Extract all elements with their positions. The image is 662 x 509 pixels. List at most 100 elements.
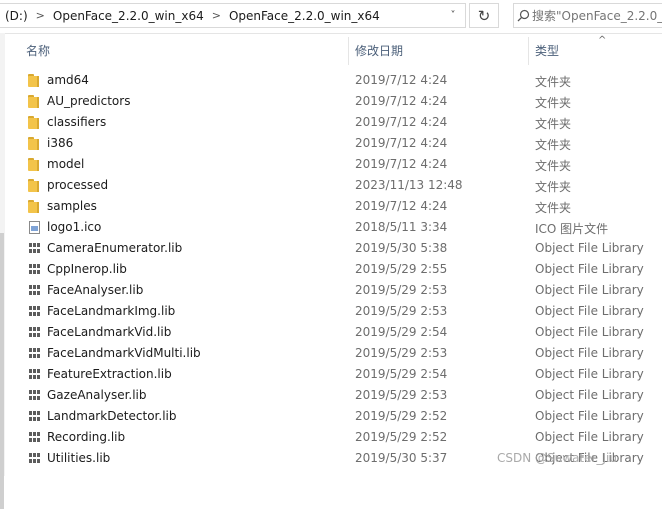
folder-icon: [28, 179, 42, 192]
refresh-icon[interactable]: ↻: [469, 3, 499, 28]
address-toolbar: (D:) > OpenFace_2.2.0_win_x64 > OpenFace…: [0, 0, 662, 34]
library-file-icon: [28, 410, 42, 423]
file-type: Object File Library: [535, 388, 644, 402]
file-row[interactable]: Recording.lib 2019/5/29 2:52 Object File L…: [0, 427, 662, 448]
watermark: CSDN @Suwater_Jiu: [497, 451, 617, 465]
file-modified-date: 2023/11/13 12:48: [355, 178, 463, 192]
file-type: Object File Library: [535, 367, 644, 381]
file-row[interactable]: FaceLandmarkVidMulti.lib 2019/5/29 2:53 Ob…: [0, 343, 662, 364]
folder-icon: [28, 200, 42, 213]
file-modified-date: 2019/7/12 4:24: [355, 115, 448, 129]
file-type: Object File Library: [535, 430, 644, 444]
file-name: AU_predictors: [47, 94, 131, 108]
file-row[interactable]: FeatureExtraction.lib 2019/5/29 2:54 Objec…: [0, 364, 662, 385]
file-name: processed: [47, 178, 109, 192]
file-name: FaceLandmarkImg.lib: [47, 304, 176, 318]
file-name: CameraEnumerator.lib: [47, 241, 183, 255]
file-type: Object File Library: [535, 325, 644, 339]
file-name: FaceLandmarkVidMulti.lib: [47, 346, 201, 360]
address-bar[interactable]: (D:) > OpenFace_2.2.0_win_x64 > OpenFace…: [0, 3, 466, 28]
file-type: Object File Library: [535, 262, 644, 276]
column-header-name[interactable]: 名称: [26, 42, 50, 59]
folder-icon: [28, 158, 42, 171]
breadcrumb-folder-1[interactable]: OpenFace_2.2.0_win_x64: [47, 9, 210, 23]
file-name: FaceAnalyser.lib: [47, 283, 144, 297]
library-file-icon: [28, 326, 42, 339]
file-type: ICO 图片文件: [535, 222, 609, 236]
file-row[interactable]: FaceLandmarkVid.lib 2019/5/29 2:54 Object …: [0, 322, 662, 343]
file-type: 文件夹: [535, 201, 572, 215]
file-modified-date: 2019/5/29 2:52: [355, 409, 448, 423]
file-row[interactable]: classifiers 2019/7/12 4:24 文件夹: [0, 112, 662, 133]
file-modified-date: 2019/5/29 2:53: [355, 283, 448, 297]
image-file-icon: [28, 221, 42, 234]
library-file-icon: [28, 368, 42, 381]
folder-icon: [28, 95, 42, 108]
file-row[interactable]: CameraEnumerator.lib 2019/5/30 5:38 Object…: [0, 238, 662, 259]
search-input[interactable]: [532, 8, 662, 23]
file-name: i386: [47, 136, 74, 150]
file-type: Object File Library: [535, 409, 644, 423]
file-modified-date: 2019/5/29 2:53: [355, 304, 448, 318]
file-row[interactable]: samples 2019/7/12 4:24 文件夹: [0, 196, 662, 217]
file-modified-date: 2019/5/29 2:55: [355, 262, 448, 276]
file-row[interactable]: LandmarkDetector.lib 2019/5/29 2:52 Object…: [0, 406, 662, 427]
column-divider[interactable]: [528, 37, 529, 65]
file-type: 文件夹: [535, 138, 572, 152]
file-modified-date: 2019/5/29 2:54: [355, 325, 448, 339]
file-row[interactable]: amd64 2019/7/12 4:24 文件夹: [0, 70, 662, 91]
breadcrumb-drive[interactable]: (D:): [0, 9, 34, 23]
file-name: Utilities.lib: [47, 451, 111, 465]
file-row[interactable]: GazeAnalyser.lib 2019/5/29 2:53 Object Fil…: [0, 385, 662, 406]
file-modified-date: 2019/7/12 4:24: [355, 73, 448, 87]
file-name: samples: [47, 199, 97, 213]
file-modified-date: 2019/7/12 4:24: [355, 157, 448, 171]
file-modified-date: 2018/5/11 3:34: [355, 220, 448, 234]
file-row[interactable]: FaceAnalyser.lib 2019/5/29 2:53 Object Fil…: [0, 280, 662, 301]
file-type: 文件夹: [535, 75, 572, 89]
file-row[interactable]: CppInerop.lib 2019/5/29 2:55 Object File L…: [0, 259, 662, 280]
folder-icon: [28, 137, 42, 150]
file-modified-date: 2019/5/29 2:52: [355, 430, 448, 444]
column-divider[interactable]: [348, 37, 349, 65]
file-name: FaceLandmarkVid.lib: [47, 325, 172, 339]
search-box[interactable]: [513, 3, 662, 28]
column-header-row: 名称 修改日期 类型 ^: [0, 33, 662, 67]
file-type: 文件夹: [535, 96, 572, 110]
file-modified-date: 2019/5/29 2:53: [355, 388, 448, 402]
library-file-icon: [28, 431, 42, 444]
library-file-icon: [28, 242, 42, 255]
file-row[interactable]: logo1.ico 2018/5/11 3:34 ICO 图片文件: [0, 217, 662, 238]
file-type: Object File Library: [535, 346, 644, 360]
file-name: classifiers: [47, 115, 107, 129]
library-file-icon: [28, 305, 42, 318]
file-row[interactable]: AU_predictors 2019/7/12 4:24 文件夹: [0, 91, 662, 112]
file-name: model: [47, 157, 85, 171]
file-modified-date: 2019/7/12 4:24: [355, 94, 448, 108]
file-type: Object File Library: [535, 241, 644, 255]
breadcrumb-separator-icon[interactable]: >: [210, 9, 223, 22]
folder-icon: [28, 116, 42, 129]
chevron-down-icon[interactable]: ˅: [441, 4, 465, 27]
file-name: GazeAnalyser.lib: [47, 388, 147, 402]
breadcrumb-folder-2[interactable]: OpenFace_2.2.0_win_x64: [223, 9, 386, 23]
file-modified-date: 2019/7/12 4:24: [355, 199, 448, 213]
file-type: 文件夹: [535, 159, 572, 173]
file-type: 文件夹: [535, 117, 572, 131]
library-file-icon: [28, 347, 42, 360]
file-name: logo1.ico: [47, 220, 102, 234]
file-row[interactable]: processed 2023/11/13 12:48 文件夹: [0, 175, 662, 196]
file-type: Object File Library: [535, 304, 644, 318]
breadcrumb-separator-icon[interactable]: >: [34, 9, 47, 22]
file-modified-date: 2019/5/30 5:38: [355, 241, 448, 255]
file-modified-date: 2019/7/12 4:24: [355, 136, 448, 150]
file-list: amd64 2019/7/12 4:24 文件夹 AU_predictors 2019/…: [0, 70, 662, 469]
column-header-date[interactable]: 修改日期: [355, 42, 403, 59]
file-name: FeatureExtraction.lib: [47, 367, 172, 381]
file-row[interactable]: FaceLandmarkImg.lib 2019/5/29 2:53 Object …: [0, 301, 662, 322]
file-type: 文件夹: [535, 180, 572, 194]
file-row[interactable]: model 2019/7/12 4:24 文件夹: [0, 154, 662, 175]
column-header-type[interactable]: 类型: [535, 42, 559, 59]
folder-icon: [28, 74, 42, 87]
file-row[interactable]: i386 2019/7/12 4:24 文件夹: [0, 133, 662, 154]
